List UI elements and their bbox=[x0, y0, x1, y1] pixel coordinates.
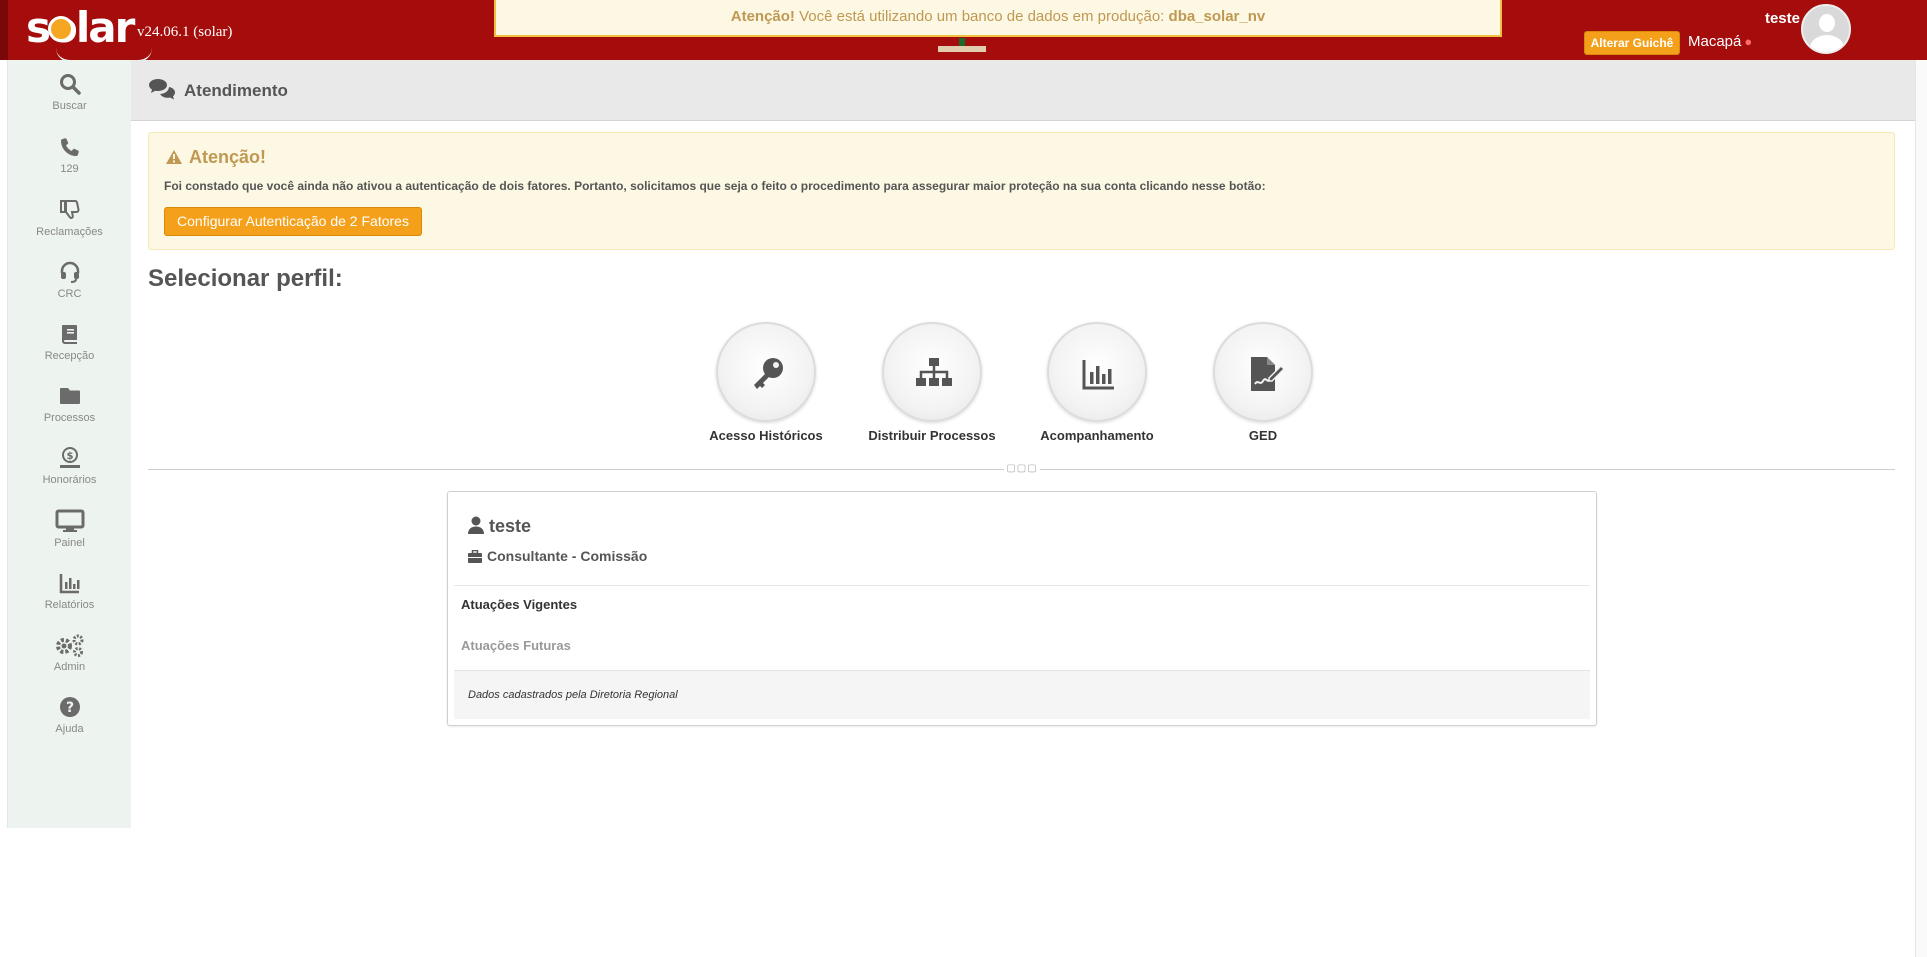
alter-guiche-button[interactable]: Alterar Guichê bbox=[1584, 31, 1680, 55]
key-icon bbox=[754, 358, 783, 389]
book-icon bbox=[61, 325, 77, 344]
sidebar-item-label: Recepção bbox=[44, 350, 95, 362]
profile-ged[interactable]: GED bbox=[1193, 322, 1333, 443]
sidebar-item-honorarios[interactable]: $ Honorários bbox=[8, 446, 131, 508]
sidebar-item-ajuda[interactable]: ? Ajuda bbox=[8, 695, 131, 757]
sidebar-item-admin[interactable]: Admin bbox=[8, 633, 131, 695]
monitor-icon bbox=[55, 509, 84, 532]
two-factor-warning: Atenção! Foi constado que você ainda não… bbox=[148, 132, 1895, 250]
card-footer-note: Dados cadastrados pela Diretoria Regiona… bbox=[468, 689, 678, 701]
divider-ornament: ▢▢▢ bbox=[1004, 463, 1040, 475]
sidebar-item-reclamacoes[interactable]: Reclamações bbox=[8, 198, 131, 260]
sidebar-item-recepcao[interactable]: Recepção bbox=[8, 322, 131, 384]
card-role-text: Consultante - Comissão bbox=[487, 548, 648, 564]
top-bar: solar v24.06.1 (solar) Atenção! Você est… bbox=[0, 0, 1927, 62]
sidebar-item-relatorios[interactable]: Relatórios bbox=[8, 571, 131, 633]
tab-atuacoes-futuras[interactable]: Atuações Futuras bbox=[461, 638, 571, 653]
sidebar-item-label: Ajuda bbox=[55, 723, 84, 735]
card-user-name: teste bbox=[489, 516, 532, 536]
sidebar-item-label: Buscar bbox=[52, 100, 87, 112]
production-db-alert: Atenção! Você está utilizando um banco d… bbox=[494, 0, 1502, 37]
user-city[interactable]: Macapá ● bbox=[1688, 33, 1752, 50]
headset-icon bbox=[60, 261, 79, 283]
page-title: Atendimento bbox=[184, 81, 288, 100]
warning-text: Foi constado que você ainda não ativou a… bbox=[164, 179, 1266, 193]
profile-label: Distribuir Processos bbox=[868, 428, 996, 443]
sidebar-item-label: Admin bbox=[53, 661, 86, 673]
prod-alert-text: Você está utilizando um banco de dados e… bbox=[794, 8, 1169, 25]
warning-icon bbox=[166, 150, 182, 164]
emblem-icon bbox=[938, 38, 986, 54]
page-header: Atendimento bbox=[131, 60, 1915, 121]
solar-logo[interactable]: solar bbox=[26, 3, 152, 62]
top-bar-edge bbox=[0, 0, 8, 60]
sidebar-item-painel[interactable]: Painel bbox=[8, 509, 131, 571]
sidebar-item-buscar[interactable]: Buscar bbox=[8, 72, 131, 134]
svg-text:?: ? bbox=[65, 700, 73, 716]
user-name[interactable]: teste bbox=[1700, 10, 1800, 27]
sidebar: Buscar 129 Reclamações CRC Recepção Proc… bbox=[8, 60, 131, 828]
page-left-edge bbox=[0, 60, 8, 828]
scrollbar-track[interactable] bbox=[1915, 60, 1927, 957]
svg-text:$: $ bbox=[66, 451, 73, 462]
phone-icon bbox=[60, 138, 79, 156]
warning-title: Atenção! bbox=[165, 147, 266, 168]
profile-label: Acompanhamento bbox=[1040, 428, 1154, 443]
document-sign-icon bbox=[1251, 357, 1285, 391]
user-profile-card: teste Consultante - Comissão Atuações Vi… bbox=[447, 491, 1597, 726]
money-hand-icon: $ bbox=[59, 447, 80, 468]
thumbs-down-icon bbox=[59, 200, 80, 220]
tab-atuacoes-vigentes[interactable]: Atuações Vigentes bbox=[461, 597, 577, 612]
card-user: teste bbox=[468, 516, 531, 537]
configure-2fa-button[interactable]: Configurar Autenticação de 2 Fatores bbox=[164, 207, 422, 236]
sidebar-item-label: Painel bbox=[54, 537, 85, 549]
search-icon bbox=[59, 74, 81, 95]
profile-circle[interactable] bbox=[882, 322, 982, 422]
gears-icon bbox=[55, 634, 83, 657]
card-role: Consultante - Comissão bbox=[468, 548, 647, 564]
briefcase-icon bbox=[468, 549, 482, 563]
sidebar-item-129[interactable]: 129 bbox=[8, 135, 131, 197]
sidebar-item-label: CRC bbox=[57, 288, 82, 300]
sidebar-item-crc[interactable]: CRC bbox=[8, 260, 131, 322]
sidebar-item-label: 129 bbox=[60, 163, 79, 175]
profile-label: GED bbox=[1248, 428, 1278, 443]
sidebar-item-label: Processos bbox=[43, 412, 96, 424]
sitemap-icon bbox=[916, 358, 952, 386]
sidebar-item-label: Honorários bbox=[42, 474, 97, 486]
card-footer: Dados cadastrados pela Diretoria Regiona… bbox=[454, 670, 1590, 719]
sidebar-item-label: Reclamações bbox=[36, 226, 103, 238]
profile-label: Acesso Históricos bbox=[709, 428, 823, 443]
avatar[interactable] bbox=[1801, 4, 1851, 54]
question-circle-icon: ? bbox=[59, 697, 80, 717]
profile-acesso-historicos[interactable]: Acesso Históricos bbox=[696, 322, 836, 443]
version-label: v24.06.1 (solar) bbox=[137, 24, 233, 40]
sidebar-item-label: Relatórios bbox=[44, 599, 95, 611]
card-separator bbox=[454, 585, 1590, 586]
profile-circle[interactable] bbox=[1213, 322, 1313, 422]
user-icon bbox=[468, 516, 484, 534]
bar-chart-icon bbox=[1082, 360, 1114, 390]
profile-circle[interactable] bbox=[716, 322, 816, 422]
map-pin-icon: ● bbox=[1744, 34, 1753, 49]
sidebar-item-processos[interactable]: Processos bbox=[8, 384, 131, 446]
user-city-label: Macapá bbox=[1688, 33, 1742, 50]
folder-icon bbox=[59, 388, 80, 404]
logo-text: solar bbox=[26, 3, 135, 52]
prod-alert-prefix: Atenção! bbox=[730, 8, 795, 25]
select-profile-title: Selecionar perfil: bbox=[148, 265, 343, 292]
profile-circle[interactable] bbox=[1047, 322, 1147, 422]
bar-chart-icon bbox=[59, 574, 79, 594]
profile-distribuir-processos[interactable]: Distribuir Processos bbox=[862, 322, 1002, 443]
prod-alert-db: dba_solar_nv bbox=[1168, 8, 1266, 25]
profile-acompanhamento[interactable]: Acompanhamento bbox=[1027, 322, 1167, 443]
logo-sun-icon bbox=[48, 16, 74, 42]
warning-title-text: Atenção! bbox=[189, 147, 267, 167]
comments-icon bbox=[149, 79, 175, 100]
